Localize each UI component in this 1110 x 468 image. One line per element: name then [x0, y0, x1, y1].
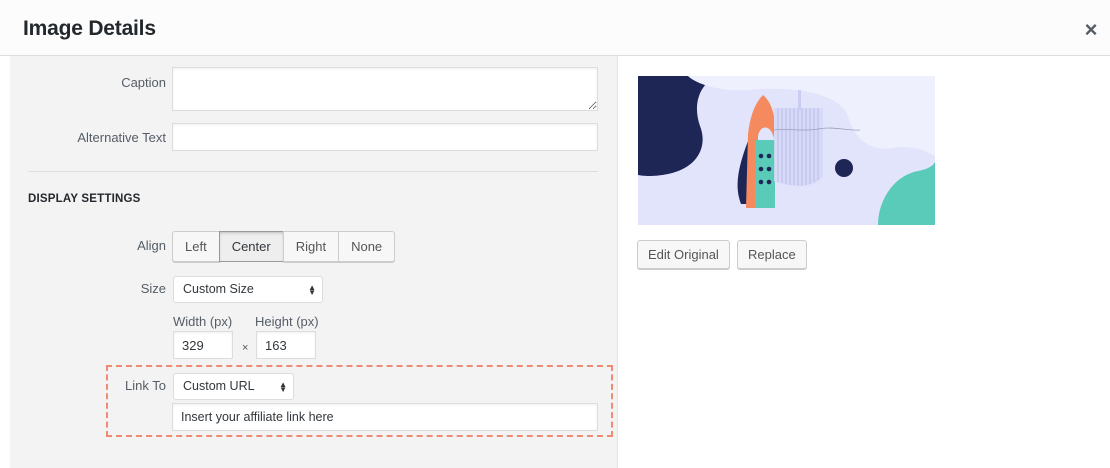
select-arrows-icon: ▲ ▼ — [279, 379, 287, 394]
align-button-group: Left Center Right None — [172, 231, 396, 262]
antenna — [798, 90, 801, 110]
edit-original-button[interactable]: Edit Original — [637, 240, 730, 269]
height-label: Height (px) — [255, 314, 319, 329]
size-label: Size — [140, 281, 166, 296]
width-input[interactable] — [173, 331, 233, 359]
align-label: Align — [137, 238, 166, 253]
times-symbol: × — [242, 342, 249, 354]
size-select-value: Custom Size — [183, 282, 254, 296]
align-none-button[interactable]: None — [338, 231, 396, 262]
section-divider — [28, 171, 598, 172]
height-input[interactable] — [256, 331, 316, 359]
link-to-select[interactable]: Custom URL ▲ ▼ — [173, 373, 294, 400]
caption-label: Caption — [121, 75, 166, 90]
window-dot — [766, 179, 772, 185]
modal-header: Image Details × — [0, 0, 1110, 56]
link-to-select-value: Custom URL — [183, 379, 255, 393]
modal-title: Image Details — [23, 17, 156, 40]
display-settings-heading: Display Settings — [28, 193, 141, 205]
caption-textarea[interactable] — [172, 67, 598, 111]
close-icon[interactable]: × — [1076, 17, 1106, 47]
link-url-input[interactable] — [172, 403, 598, 431]
window-dot — [758, 166, 764, 172]
window-dot — [766, 153, 772, 159]
alt-text-input[interactable] — [172, 123, 598, 151]
width-label: Width (px) — [173, 314, 233, 329]
align-right-button[interactable]: Right — [282, 231, 340, 262]
align-left-button[interactable]: Left — [172, 231, 220, 262]
alt-text-label: Alternative Text — [77, 130, 166, 145]
window-dot — [758, 179, 764, 185]
image-preview — [638, 76, 935, 225]
teal-tower — [755, 140, 775, 208]
navy-circle — [835, 159, 853, 177]
replace-button[interactable]: Replace — [737, 240, 807, 269]
link-to-label: Link To — [125, 378, 166, 393]
window-dot — [766, 166, 772, 172]
size-select[interactable]: Custom Size ▲ ▼ — [173, 276, 323, 303]
window-dot — [758, 153, 764, 159]
select-arrows-icon: ▲ ▼ — [308, 282, 316, 297]
align-center-button[interactable]: Center — [218, 231, 284, 262]
